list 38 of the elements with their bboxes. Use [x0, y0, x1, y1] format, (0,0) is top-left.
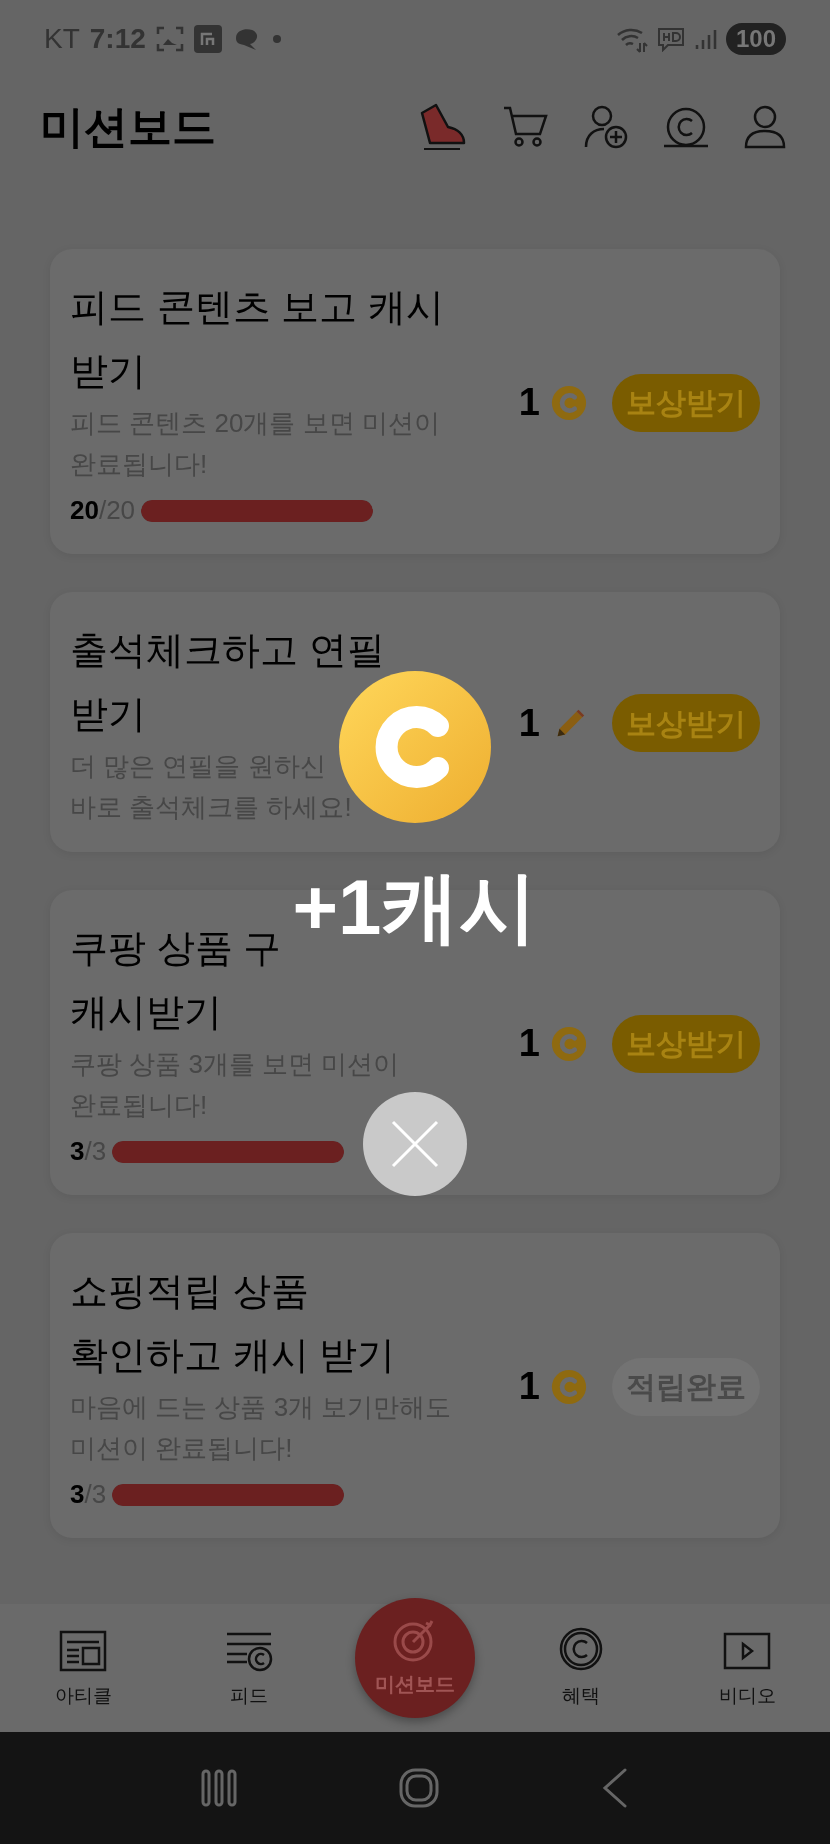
sneaker-icon[interactable]	[418, 103, 466, 151]
reward-amount: 1	[518, 700, 540, 746]
coin-icon	[550, 1024, 588, 1063]
mission-title: 피드 콘텐츠 보고 캐시	[70, 285, 444, 330]
battery-level: 100	[725, 23, 786, 55]
copyright-icon	[558, 1625, 604, 1672]
reward-amount: 1	[518, 1364, 540, 1409]
nav-tab[interactable]: 아티클	[0, 1629, 166, 1710]
app-icon	[193, 25, 222, 53]
reward-amount: 1	[518, 1021, 540, 1066]
coin-stand-icon[interactable]	[664, 105, 708, 149]
mission-title: 쇼핑적립 상품	[70, 1269, 309, 1314]
nav-tab[interactable]: 비디오	[664, 1631, 830, 1710]
mission-title: 쿠팡 상품 구	[70, 926, 282, 971]
mission-title: 캐시받기	[70, 990, 222, 1035]
reward-amount-text: +1캐시	[292, 862, 538, 952]
hd-voice-icon	[655, 26, 686, 52]
page-title: 미션보드	[40, 101, 216, 153]
close-icon	[391, 1120, 439, 1168]
coin-icon	[550, 383, 588, 422]
mission-title: 확인하고 캐시 받기	[70, 1333, 396, 1378]
add-user-icon[interactable]	[584, 105, 628, 149]
nav-tab[interactable]: 혜택	[498, 1625, 664, 1710]
video-play-icon	[723, 1631, 771, 1672]
cart-icon[interactable]	[502, 106, 548, 148]
mission-title: 받기	[70, 349, 146, 394]
signal-icon	[693, 27, 718, 51]
home-icon[interactable]	[398, 1767, 440, 1809]
screenshot-icon	[155, 26, 184, 52]
coin-icon	[550, 1367, 588, 1406]
notification-dot-icon	[271, 34, 282, 44]
user-icon[interactable]	[744, 105, 786, 149]
mission-title: 받기	[70, 692, 146, 737]
nav-tab[interactable]: 피드	[166, 1629, 332, 1710]
mission-title: 출석체크하고 연필	[70, 628, 385, 673]
article-icon	[59, 1629, 107, 1672]
reward-amount: 1	[518, 380, 540, 425]
recent-apps-icon[interactable]	[199, 1768, 240, 1808]
